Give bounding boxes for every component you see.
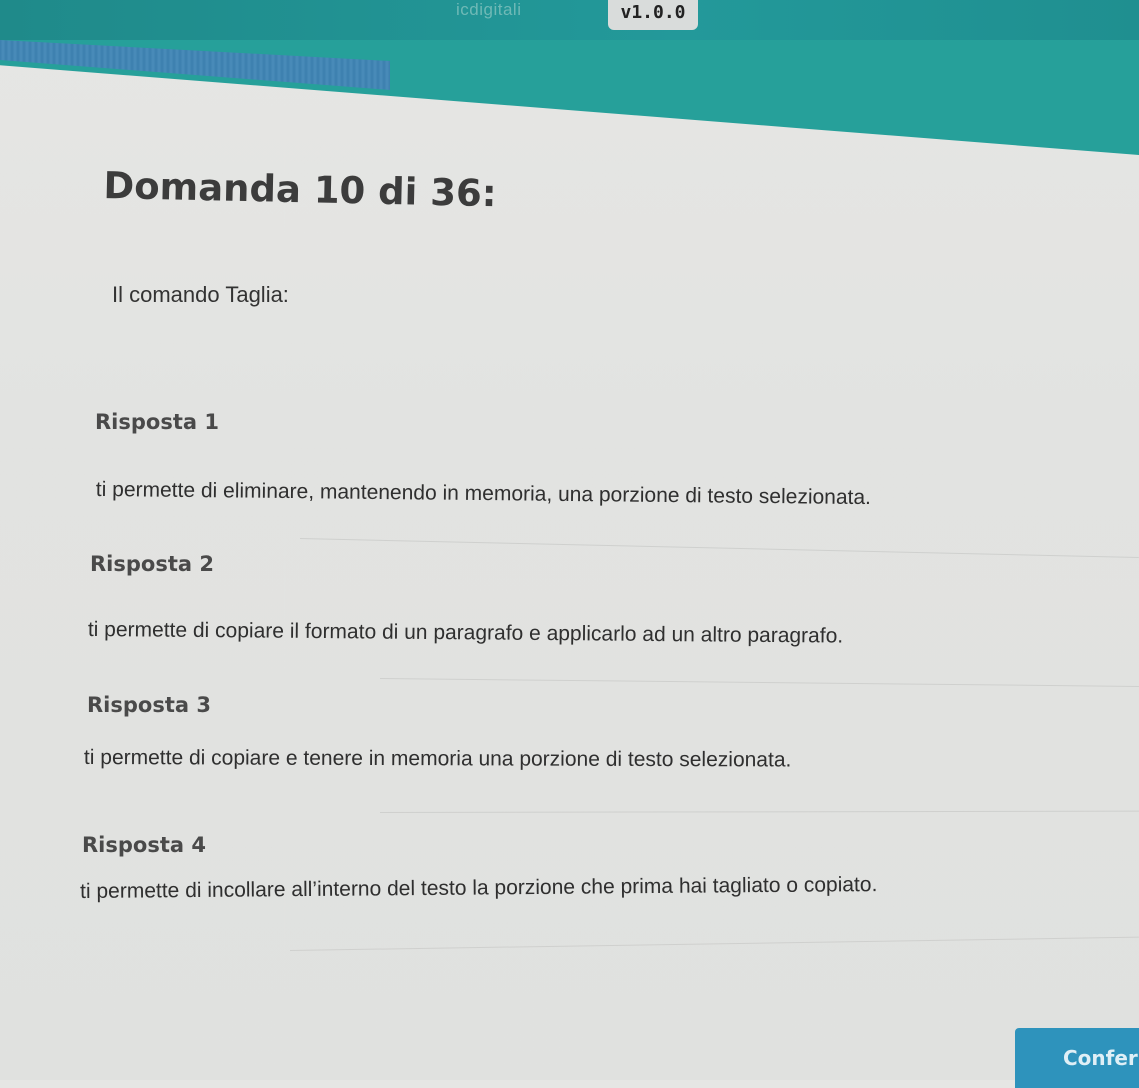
question-text: Il comando Taglia:: [112, 282, 289, 307]
answer-divider: [379, 678, 1139, 687]
answer-divider: [299, 538, 1139, 559]
answer-4-option[interactable]: ti permette di incollare all’interno del…: [80, 873, 877, 904]
answer-divider: [289, 936, 1139, 951]
answer-3-option[interactable]: ti permette di copiare e tenere in memor…: [84, 746, 791, 772]
answer-1-option[interactable]: ti permette di eliminare, mantenendo in …: [96, 478, 871, 510]
answer-1-label: Risposta 1: [95, 410, 219, 434]
answer-4-label: Risposta 4: [82, 833, 206, 857]
confirm-button[interactable]: Conferma: [1015, 1028, 1139, 1088]
brand-text: icdigitali: [456, 0, 522, 19]
top-bar: [0, 0, 1139, 40]
answer-2-option[interactable]: ti permette di copiare il formato di un …: [88, 618, 843, 649]
answer-2-label: Risposta 2: [90, 552, 214, 576]
question-title: Domanda 10 di 36:: [103, 164, 497, 216]
version-badge: v1.0.0: [608, 0, 698, 30]
answer-divider: [379, 810, 1139, 813]
answer-3-label: Risposta 3: [87, 693, 211, 717]
